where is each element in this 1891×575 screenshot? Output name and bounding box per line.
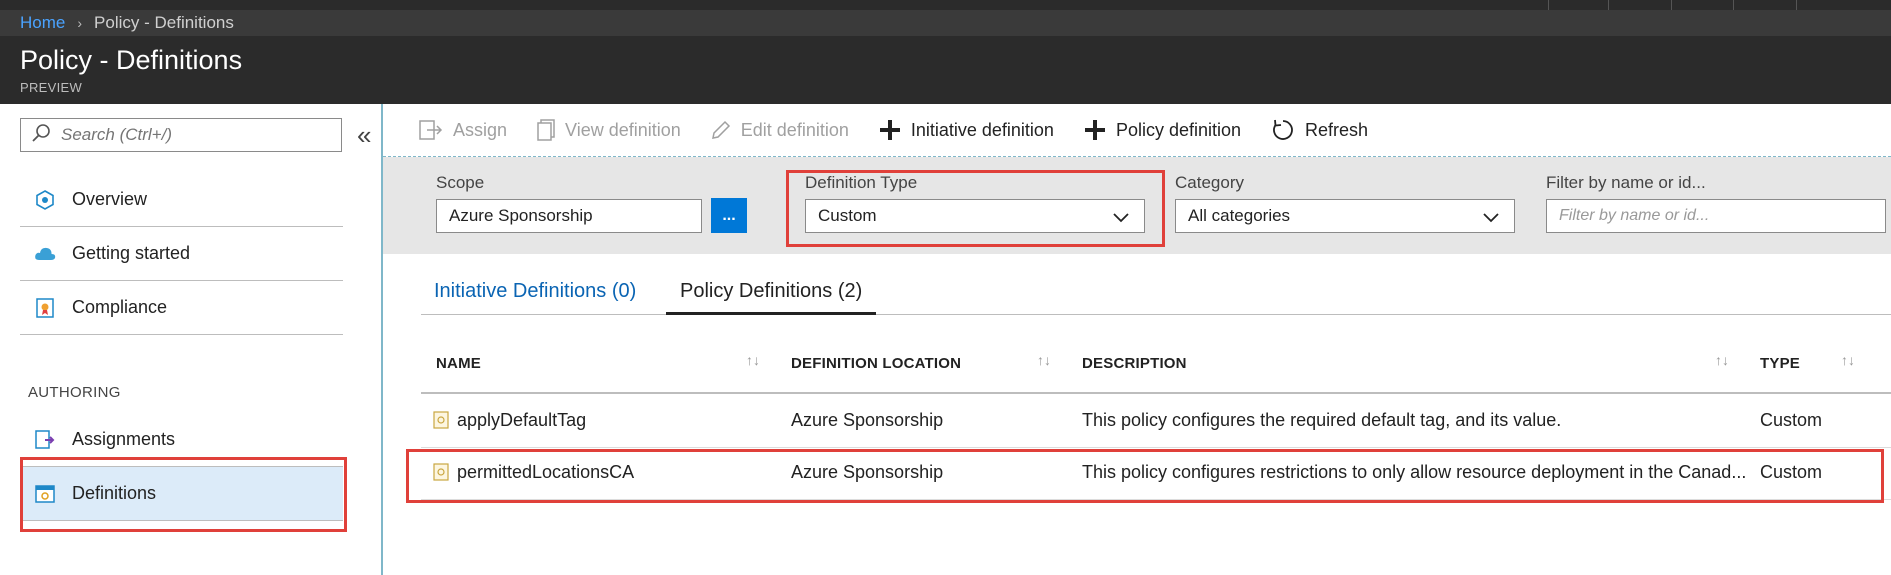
filter-input[interactable]: Filter by name or id... xyxy=(1546,199,1886,233)
column-header-definition-location[interactable]: DEFINITION LOCATION xyxy=(791,355,961,372)
initiative-definition-button[interactable]: Initiative definition xyxy=(879,119,1054,141)
breadcrumb: Home › Policy - Definitions xyxy=(0,10,1891,36)
plus-icon xyxy=(879,119,901,141)
plus-icon xyxy=(1084,119,1106,141)
highlight-box-permitted-locations-row xyxy=(406,449,1884,503)
top-strip-divider xyxy=(1671,0,1672,10)
overview-icon xyxy=(34,189,56,211)
refresh-button[interactable]: Refresh xyxy=(1271,118,1368,142)
sort-icon[interactable]: ↑↓ xyxy=(746,352,760,368)
sort-icon[interactable]: ↑↓ xyxy=(1715,352,1729,368)
scope-field[interactable]: Azure Sponsorship xyxy=(436,199,702,233)
section-label-authoring: AUTHORING xyxy=(28,384,121,401)
sidebar-item-overview[interactable]: Overview xyxy=(20,173,343,227)
chevron-down-icon xyxy=(1482,208,1500,231)
definition-tabs: Initiative Definitions (0) Policy Defini… xyxy=(421,270,1891,315)
policy-definition-label: Policy definition xyxy=(1115,119,1242,140)
page-title: Policy - Definitions xyxy=(20,45,243,75)
highlight-box-definition-type xyxy=(786,170,1165,247)
scope-picker-button[interactable]: ... xyxy=(711,198,747,233)
sidebar-search[interactable] xyxy=(20,118,342,152)
sidebar-item-label: Assignments xyxy=(72,429,176,449)
category-dropdown[interactable]: All categories xyxy=(1175,199,1515,233)
category-label: Category xyxy=(1175,173,1244,192)
edit-definition-label: Edit definition xyxy=(740,119,849,140)
view-definition-button[interactable]: View definition xyxy=(537,119,681,141)
top-strip-divider xyxy=(1608,0,1609,10)
policy-definition-button[interactable]: Policy definition xyxy=(1084,119,1241,141)
scope-label: Scope xyxy=(436,173,485,192)
cell-description: This policy configures the required defa… xyxy=(1082,410,1562,430)
sidebar-item-getting-started[interactable]: Getting started xyxy=(20,227,343,281)
sidebar-item-compliance[interactable]: Compliance xyxy=(20,281,343,335)
table-header: NAME ↑↓ DEFINITION LOCATION ↑↓ DESCRIPTI… xyxy=(421,340,1891,394)
collapse-sidebar-button[interactable]: « xyxy=(357,120,371,151)
sidebar-item-label: Compliance xyxy=(72,297,168,317)
breadcrumb-separator: › xyxy=(77,15,83,31)
sidebar-item-label: Overview xyxy=(72,189,148,209)
filter-placeholder: Filter by name or id... xyxy=(1559,207,1710,224)
edit-definition-button[interactable]: Edit definition xyxy=(711,120,849,141)
assign-icon xyxy=(419,119,443,141)
category-value: All categories xyxy=(1188,206,1291,225)
assignments-icon xyxy=(34,429,56,451)
scope-value: Azure Sponsorship xyxy=(449,206,593,225)
breadcrumb-current: Policy - Definitions xyxy=(94,13,234,32)
highlight-box-definitions xyxy=(20,457,347,532)
sort-icon[interactable]: ↑↓ xyxy=(1037,352,1051,368)
column-header-type[interactable]: TYPE xyxy=(1760,355,1800,372)
search-input[interactable] xyxy=(61,125,321,145)
compliance-icon xyxy=(34,297,56,319)
column-header-name[interactable]: NAME xyxy=(436,355,481,372)
breadcrumb-home-link[interactable]: Home xyxy=(20,13,65,33)
column-header-description[interactable]: DESCRIPTION xyxy=(1082,355,1187,372)
assign-label: Assign xyxy=(453,119,508,140)
view-document-icon xyxy=(537,119,555,141)
initiative-definition-label: Initiative definition xyxy=(910,119,1054,140)
cell-type: Custom xyxy=(1760,410,1823,430)
refresh-label: Refresh xyxy=(1305,119,1369,140)
pencil-icon xyxy=(711,120,731,140)
tab-initiative-definitions[interactable]: Initiative Definitions (0) xyxy=(434,280,636,315)
sort-icon[interactable]: ↑↓ xyxy=(1841,352,1855,368)
filter-label: Filter by name or id... xyxy=(1546,173,1706,192)
top-strip xyxy=(0,0,1891,10)
top-strip-divider xyxy=(1796,0,1797,10)
table-row[interactable]: applyDefaultTag Azure Sponsorship This p… xyxy=(421,396,1891,448)
view-definition-label: View definition xyxy=(565,119,681,140)
assign-button[interactable]: Assign xyxy=(419,119,507,141)
policy-definition-icon xyxy=(433,411,449,434)
command-bar: Assign View definition Edit definition I… xyxy=(383,104,1891,156)
cloud-icon xyxy=(34,243,56,265)
search-icon xyxy=(31,123,51,148)
sidebar-item-label: Getting started xyxy=(72,243,191,263)
cell-name: applyDefaultTag xyxy=(457,410,587,430)
top-strip-divider xyxy=(1548,0,1549,10)
refresh-icon xyxy=(1271,118,1295,142)
top-strip-divider xyxy=(1733,0,1734,10)
cell-location: Azure Sponsorship xyxy=(791,410,944,430)
page-subtitle: PREVIEW xyxy=(20,80,83,95)
blade-header: Policy - Definitions PREVIEW xyxy=(0,36,1891,104)
tab-policy-definitions[interactable]: Policy Definitions (2) xyxy=(666,280,877,315)
